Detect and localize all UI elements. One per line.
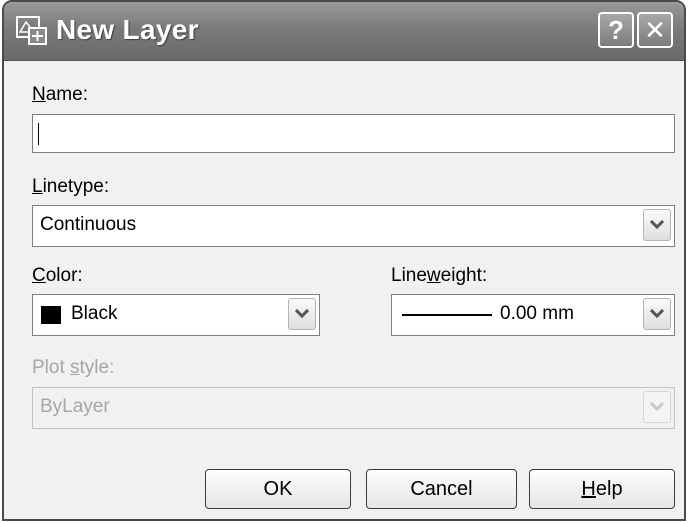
lineweight-value: 0.00 mm	[500, 303, 574, 324]
text-caret	[38, 123, 39, 145]
help-button[interactable]: Help	[529, 469, 675, 509]
color-label: Color:	[32, 265, 83, 286]
color-swatch	[41, 306, 61, 324]
chevron-down-icon	[650, 220, 664, 230]
cancel-button[interactable]: Cancel	[366, 469, 517, 509]
layer-icon	[16, 16, 48, 46]
name-label: Name:	[32, 84, 88, 105]
chevron-down-icon	[295, 309, 309, 319]
help-title-button[interactable]: ?	[598, 12, 634, 48]
color-dropdown-button[interactable]	[288, 298, 316, 330]
close-button[interactable]: ✕	[637, 12, 673, 48]
plot-style-dropdown-button	[643, 391, 671, 423]
lineweight-preview-line	[402, 314, 492, 316]
linetype-label: Linetype:	[32, 176, 110, 197]
plot-style-dropdown: ByLayer	[32, 387, 675, 429]
color-value: Black	[71, 303, 118, 324]
plot-style-label: Plot style:	[32, 357, 115, 378]
chevron-down-icon	[650, 309, 664, 319]
title-bar[interactable]: New Layer ? ✕	[4, 2, 684, 61]
dialog-title: New Layer	[56, 14, 199, 45]
lineweight-dropdown[interactable]: 0.00 mm	[391, 294, 675, 336]
name-input[interactable]	[32, 114, 675, 153]
linetype-dropdown[interactable]: Continuous	[32, 205, 675, 247]
close-icon: ✕	[644, 15, 666, 45]
new-layer-dialog: New Layer ? ✕ Name: Linetype: Continuous…	[2, 0, 686, 521]
linetype-value: Continuous	[40, 214, 137, 235]
ok-button[interactable]: OK	[205, 469, 351, 509]
plot-style-value: ByLayer	[40, 396, 110, 417]
color-dropdown[interactable]: Black	[32, 294, 320, 336]
linetype-dropdown-button[interactable]	[643, 209, 671, 241]
lineweight-dropdown-button[interactable]	[643, 298, 671, 330]
lineweight-label: Lineweight:	[391, 265, 488, 286]
chevron-down-icon	[650, 402, 664, 412]
